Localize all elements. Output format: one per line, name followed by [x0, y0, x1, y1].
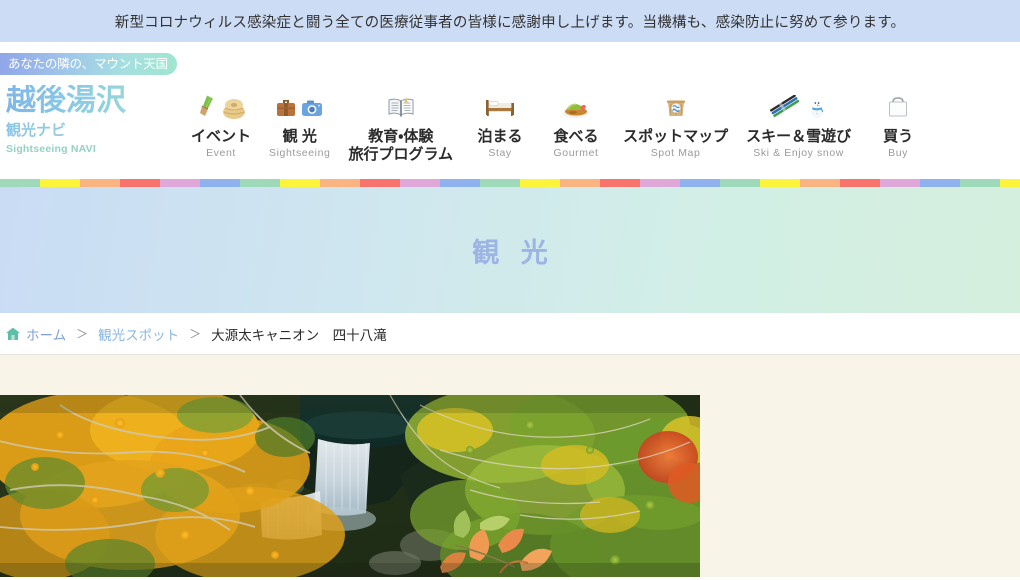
nav-item-stay[interactable]: 泊まる Stay [462, 91, 538, 159]
logo-main-text: 越後湯沢 [6, 85, 181, 117]
nav-label-en: Sightseeing [269, 147, 331, 160]
snowman-icon [811, 99, 824, 118]
hero-photo-illustration [0, 395, 700, 577]
nav-label-en: Buy [888, 147, 909, 160]
nav-label-en: Event [206, 147, 236, 160]
shopping-bag-icon [889, 97, 908, 117]
page-title: 観 光 [472, 237, 555, 268]
nav-label-ja: 食べる [553, 128, 599, 145]
bed-icon [486, 100, 515, 116]
utility-bar: あなたの隣の、マウント天国 English 簡体中文 繁体中文 한국어 Indo… [0, 42, 1020, 120]
logo-sub-text: 観光ナビ [6, 119, 181, 140]
food-plate-icon [563, 103, 590, 118]
nav-icons [561, 91, 591, 125]
open-book-icon [388, 97, 414, 117]
nav-label-ja: 観 光 [282, 128, 317, 145]
onsen-tub-icon [666, 100, 685, 116]
breadcrumb-link-home[interactable]: ホーム [26, 324, 66, 344]
decorative-color-stripe [0, 179, 1020, 187]
nav-icons [484, 91, 516, 125]
nav-label-en: Ski & Enjoy snow [753, 147, 844, 160]
nav-label-ja: スポットマップ [623, 128, 729, 145]
nav-item-event[interactable]: イベント Event [182, 91, 260, 159]
breadcrumb-separator: ＞ [76, 327, 89, 341]
nav-icons [663, 91, 689, 125]
breadcrumb-link-category[interactable]: 観光スポット [98, 324, 179, 344]
nav-icons [196, 91, 247, 125]
nav-item-gourmet[interactable]: 食べる Gourmet [538, 91, 614, 159]
logo-english-text: Sightseeing NAVI [6, 142, 96, 155]
breadcrumb-separator: ＞ [189, 327, 202, 341]
nav-item-education-program[interactable]: 教育・体験 旅行プログラム [340, 91, 463, 164]
nav-icons [769, 91, 828, 125]
nav-label-ja: スキー＆雪遊び [746, 128, 852, 145]
camera-icon [302, 100, 323, 116]
page-banner: 観 光 [0, 187, 1020, 313]
nav-icons [386, 91, 416, 125]
hero-photo-autumn-waterfall [0, 395, 700, 577]
nav-item-sightseeing[interactable]: 観 光 Sightseeing [260, 91, 339, 159]
breadcrumb: ホーム ＞ 観光スポット ＞ 大源太キャニオン 四十八滝 [2, 324, 387, 344]
nav-label-en: Gourmet [553, 147, 599, 160]
covid-notice-text: 新型コロナウィルス感染症と闘う全ての医療従事者の皆様に感謝申し上げます。当機構も… [114, 14, 906, 31]
nav-label-ja: 教育・体験 [368, 128, 434, 145]
nav-icons [886, 91, 910, 125]
nav-label-ja: イベント [191, 128, 252, 145]
content-area [0, 355, 1020, 577]
nav-label-ja: 買う [883, 128, 914, 145]
breadcrumb-bar: ホーム ＞ 観光スポット ＞ 大源太キャニオン 四十八滝 [0, 313, 1020, 355]
home-icon [5, 326, 21, 342]
nav-label-en: Stay [488, 147, 512, 160]
site-tagline-badge: あなたの隣の、マウント天国 [0, 52, 177, 75]
nav-label-ja-line2: 旅行プログラム [348, 146, 454, 163]
covid-notice-bar: 新型コロナウィルス感染症と闘う全ての医療従事者の皆様に感謝申し上げます。当機構も… [0, 0, 1020, 42]
skis-icon [770, 95, 800, 117]
nav-item-ski[interactable]: スキー＆雪遊び Ski & Enjoy snow [737, 91, 860, 159]
leek-icon [199, 95, 213, 116]
nav-label-en: Spot Map [650, 147, 701, 160]
global-navigation: イベント Event 観 光 Sightseeing 教育・体験 旅行プログラム… [182, 91, 936, 177]
nav-label-ja: 泊まる [477, 128, 523, 145]
nav-item-buy[interactable]: 買う Buy [860, 91, 936, 159]
site-logo[interactable]: 越後湯沢 観光ナビ Sightseeing NAVI [6, 85, 181, 155]
breadcrumb-current-page: 大源太キャニオン 四十八滝 [211, 327, 387, 343]
rice-bale-icon [222, 99, 245, 119]
suitcase-icon [277, 100, 296, 116]
nav-icons [275, 91, 324, 125]
site-header: 越後湯沢 観光ナビ Sightseeing NAVI イベント Event 観 … [0, 85, 1020, 179]
nav-item-spot-map[interactable]: スポットマップ Spot Map [614, 91, 737, 159]
